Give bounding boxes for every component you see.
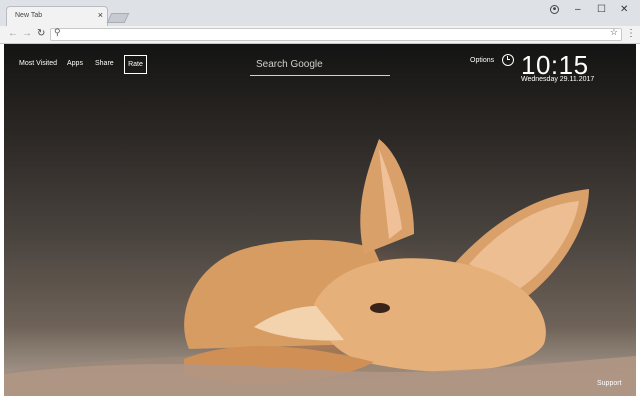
address-bar[interactable]: ⚲ ☆ [50,27,622,41]
maximize-icon[interactable]: ☐ [597,4,606,15]
fennec-fox-background-image [4,139,636,396]
search-input[interactable] [256,56,386,72]
star-icon[interactable]: ☆ [610,27,618,38]
new-tab-button[interactable] [106,13,130,23]
reload-icon[interactable]: ↻ [37,28,45,39]
apps-link[interactable]: Apps [67,60,83,67]
most-visited-link[interactable]: Most Visited [19,60,57,67]
new-tab-page: Most Visited Apps Share Rate Options 10:… [4,44,636,396]
clock-date: Wednesday 29.11.2017 [521,76,595,83]
tab-title: New Tab [15,12,43,19]
share-link[interactable]: Share [95,60,114,67]
google-search-box[interactable] [250,55,390,76]
back-icon[interactable]: ← [8,28,18,39]
forward-icon[interactable]: → [22,28,32,39]
search-icon: ⚲ [54,27,61,37]
close-icon[interactable]: ✕ [620,4,628,15]
browser-tab[interactable]: New Tab × [6,6,108,27]
browser-titlebar: New Tab × – ☐ ✕ [0,0,640,27]
clock-icon[interactable] [502,54,514,66]
tab-close-icon[interactable]: × [98,10,103,20]
browser-toolbar: ← → ↻ ⚲ ☆ ⋮ [0,26,640,44]
options-link[interactable]: Options [470,57,494,64]
minimize-icon[interactable]: – [575,4,581,15]
account-icon[interactable] [550,5,559,14]
menu-icon[interactable]: ⋮ [626,28,636,39]
support-link[interactable]: Support [597,380,622,387]
rate-button[interactable]: Rate [124,55,147,74]
address-input[interactable] [63,29,603,39]
